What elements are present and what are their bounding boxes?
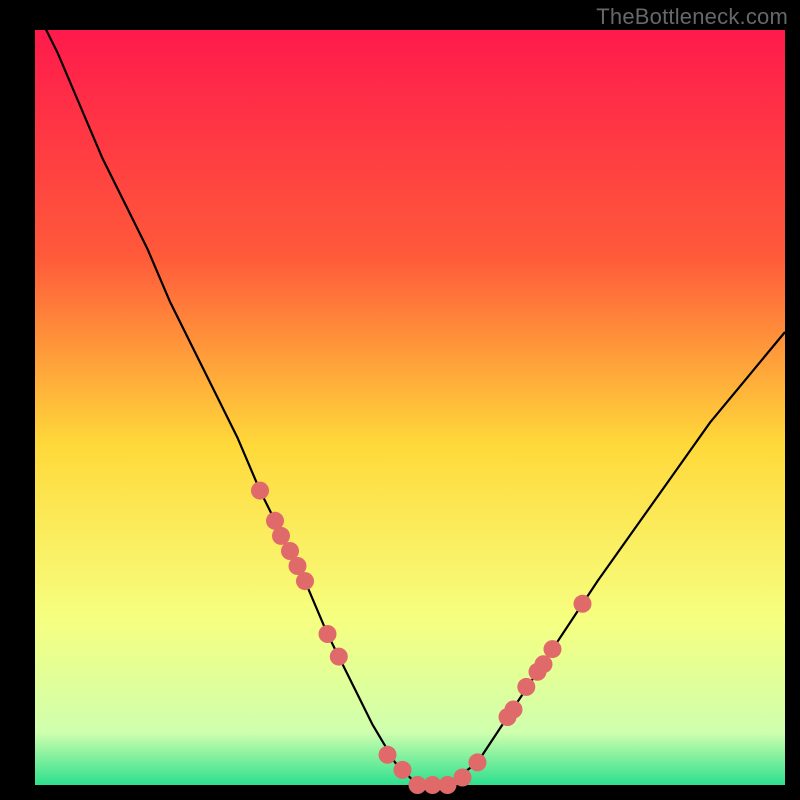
highlight-point [544,640,562,658]
highlight-point [296,572,314,590]
highlight-point [394,761,412,779]
highlight-point [379,746,397,764]
highlight-point [454,769,472,787]
highlight-point [574,595,592,613]
highlight-point [319,625,337,643]
watermark-text: TheBottleneck.com [596,4,788,30]
highlight-point [272,527,290,545]
highlight-point [505,701,523,719]
highlight-point [330,648,348,666]
chart-svg [0,0,800,800]
highlight-point [535,655,553,673]
highlight-point [251,482,269,500]
highlight-point [469,753,487,771]
chart-canvas: TheBottleneck.com [0,0,800,800]
highlight-point [517,678,535,696]
plot-background [35,30,785,785]
